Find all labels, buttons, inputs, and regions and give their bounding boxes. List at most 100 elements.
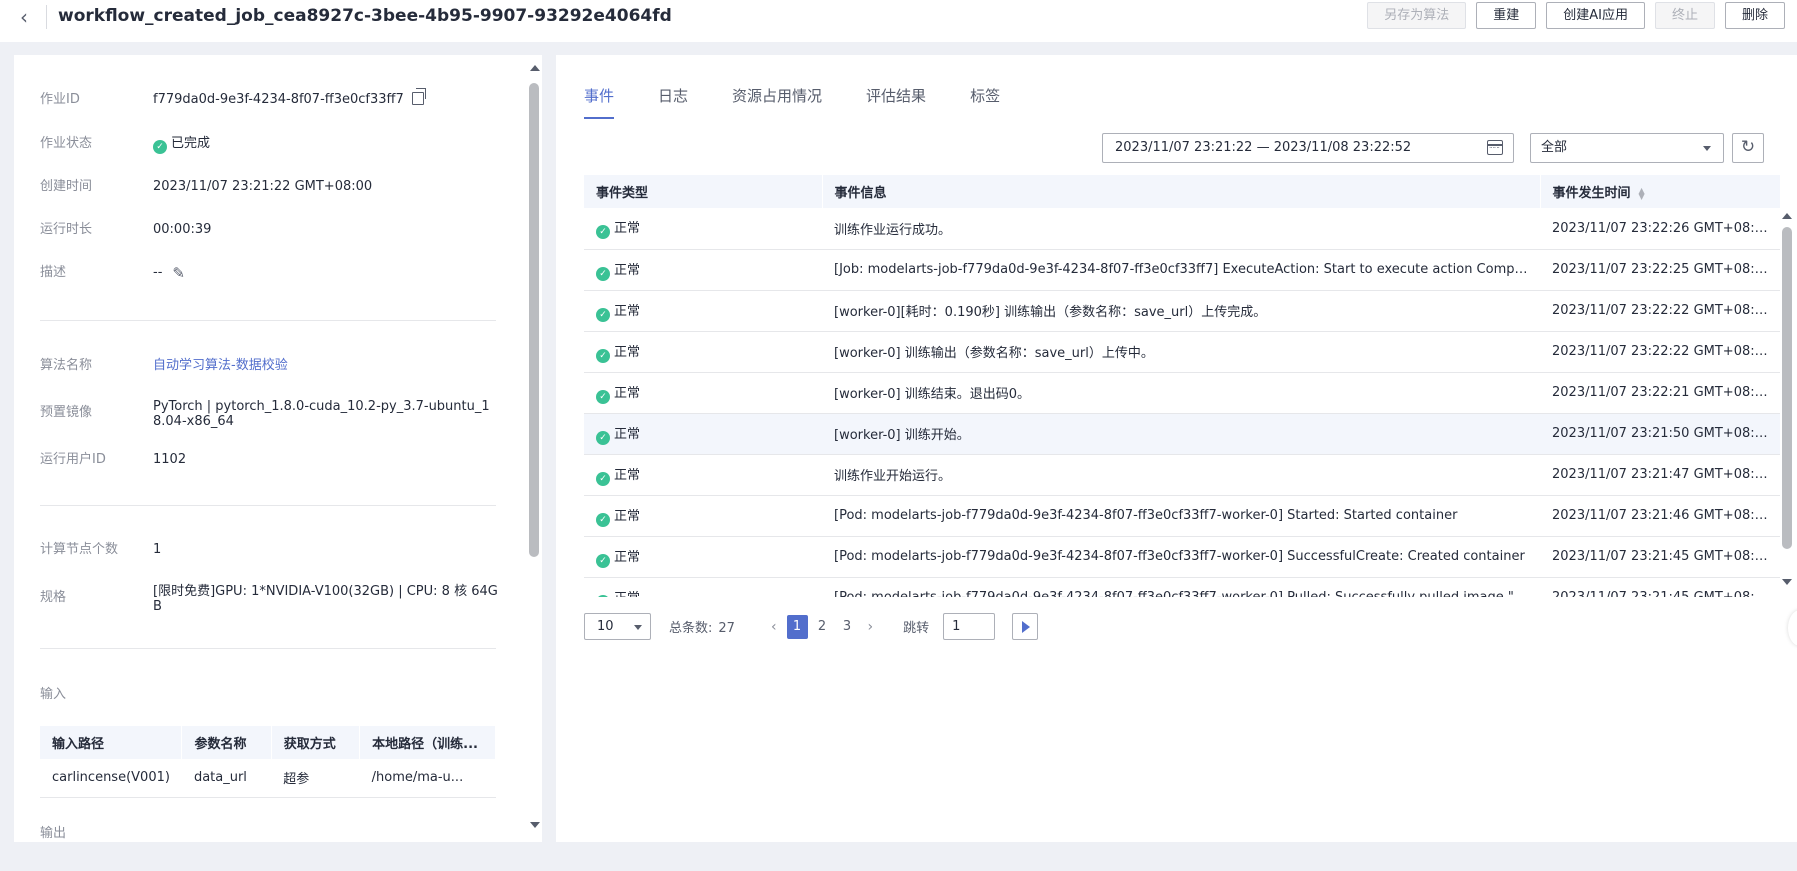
event-type-cell: ✓ 正常: [584, 536, 822, 578]
event-time: 2023/11/07 23:22:22 GMT+08:00: [1540, 290, 1780, 332]
jump-label: 跳转: [903, 621, 930, 636]
event-type: 正常: [614, 549, 641, 565]
check-circle-icon: ✓: [153, 140, 167, 154]
tab-evaluation[interactable]: 评估结果: [866, 85, 926, 119]
header-actions: 另存为算法 重建 创建AI应用 终止 删除: [1367, 2, 1785, 29]
description-value: --: [153, 265, 163, 280]
tab-tags[interactable]: 标签: [970, 85, 1000, 119]
column-header: 获取方式: [271, 726, 361, 759]
delete-button[interactable]: 删除: [1724, 2, 1785, 29]
tab-resource-usage[interactable]: 资源占用情况: [732, 85, 822, 119]
total-value: 27: [718, 621, 735, 636]
table-header-row: 输入路径 参数名称 获取方式 本地路径（训练...: [40, 726, 496, 759]
input-section-label: 输入: [40, 687, 67, 702]
events-panel: 事件 日志 资源占用情况 评估结果 标签 2023/11/07 23:21:22…: [556, 55, 1797, 842]
page-3-button[interactable]: 3: [837, 615, 858, 639]
chevron-right-icon[interactable]: ›: [868, 619, 874, 635]
event-time: 2023/11/07 23:21:47 GMT+08:00: [1540, 454, 1780, 496]
table-row: ✓ 正常 [Pod: modelarts-job-f779da0d-9e3f-423…: [584, 577, 1780, 597]
edit-icon[interactable]: ✎: [172, 266, 185, 281]
rebuild-button[interactable]: 重建: [1476, 2, 1537, 29]
event-time: 2023/11/07 23:21:46 GMT+08:00: [1540, 495, 1780, 537]
event-type: 正常: [614, 591, 640, 598]
duration-label: 运行时长: [40, 222, 93, 237]
tab-logs[interactable]: 日志: [658, 85, 688, 119]
table-row: ✓ 正常 [worker-0] 训练输出（参数名称：save_url）上传中。 202…: [584, 331, 1780, 373]
algorithm-link[interactable]: 自动学习算法-数据校验: [153, 358, 502, 373]
check-circle-icon: ✓: [596, 225, 610, 240]
event-type: 正常: [614, 262, 641, 278]
scrollbar-thumb[interactable]: [529, 83, 539, 557]
user-id-label: 运行用户ID: [40, 452, 106, 467]
date-range-picker[interactable]: 2023/11/07 23:21:22 — 2023/11/08 23:22:5…: [1102, 133, 1514, 163]
table-row: ✓ 正常 训练作业运行成功。 2023/11/07 23:22:26 GMT+08:0…: [584, 208, 1780, 250]
left-scrollbar[interactable]: [526, 55, 542, 842]
jump-page-input[interactable]: 1: [943, 613, 996, 640]
spec-label: 规格: [40, 590, 67, 605]
algorithm-label: 算法名称: [40, 358, 93, 373]
created-row: 创建时间 2023/11/07 23:21:22 GMT+08:00: [40, 179, 502, 195]
page-size-select[interactable]: 10: [584, 613, 651, 640]
date-range-value: 2023/11/07 23:21:22 — 2023/11/08 23:22:5…: [1115, 140, 1412, 155]
event-type: 正常: [614, 221, 641, 237]
divider: [46, 5, 47, 29]
check-circle-icon: ✓: [596, 389, 610, 404]
check-circle-icon: ✓: [596, 471, 610, 486]
sort-icon[interactable]: ▲ ▼: [1639, 186, 1645, 200]
events-table: 事件类型 事件信息 事件发生时间 ▲ ▼ ✓ 正常 训练作业运行成功。 2023/11/0…: [584, 175, 1780, 597]
description-row: 描述 -- ✎: [40, 265, 502, 281]
scrollbar-thumb[interactable]: [1782, 227, 1792, 549]
event-type-cell: ✓ 正常: [584, 290, 822, 332]
event-info: [Pod: modelarts-job-f779da0d-9e3f-4234-8…: [822, 536, 1540, 578]
pagination: 10 总条数: 27 ‹ 1 2 3 › 跳转 1: [584, 613, 1039, 640]
event-type-cell: ✓ 正常: [584, 495, 822, 537]
node-count-label: 计算节点个数: [40, 542, 119, 557]
duration-value: 00:00:39: [153, 222, 212, 237]
column-header-time[interactable]: 事件发生时间 ▲ ▼: [1540, 175, 1780, 208]
page-1-button[interactable]: 1: [786, 614, 808, 639]
scroll-up-icon[interactable]: [1782, 213, 1792, 219]
column-header: 本地路径（训练...: [359, 726, 496, 759]
event-type: 正常: [614, 303, 641, 319]
check-circle-icon: ✓: [596, 553, 610, 568]
event-type: 正常: [614, 426, 641, 442]
input-path-link[interactable]: carlincense(V001): [40, 759, 182, 798]
column-header-time-label: 事件发生时间: [1552, 186, 1631, 201]
created-label: 创建时间: [40, 179, 93, 194]
tab-events[interactable]: 事件: [584, 85, 615, 119]
create-ai-app-button[interactable]: 创建AI应用: [1546, 2, 1645, 29]
save-as-algorithm-button[interactable]: 另存为算法: [1367, 2, 1467, 29]
jump-go-button[interactable]: [1012, 613, 1039, 640]
table-header-row: 事件类型 事件信息 事件发生时间 ▲ ▼: [584, 175, 1780, 208]
table-row: ✓ 正常 [Pod: modelarts-job-f779da0d-9e3f-423…: [584, 536, 1780, 578]
check-circle-icon: ✓: [596, 307, 610, 322]
event-time: 2023/11/07 23:21:45 GMT+08:00: [1540, 536, 1780, 578]
calendar-icon[interactable]: [1487, 140, 1503, 155]
scroll-down-icon[interactable]: [530, 822, 540, 828]
table-row: ✓ 正常 训练作业开始运行。 2023/11/07 23:21:47 GMT+08:0…: [584, 454, 1780, 496]
event-info: 训练作业开始运行。: [822, 454, 1540, 496]
node-count-row: 计算节点个数 1: [40, 542, 502, 558]
chevron-left-icon[interactable]: ‹: [20, 6, 40, 28]
refresh-button[interactable]: ↻: [1732, 133, 1764, 163]
event-type-select[interactable]: 全部: [1530, 133, 1724, 163]
event-type-value: 全部: [1541, 140, 1568, 155]
chevron-left-icon[interactable]: ‹: [771, 619, 777, 635]
page-size-value: 10: [597, 619, 614, 634]
scroll-up-icon[interactable]: [530, 65, 540, 71]
image-row: 预置镜像 PyTorch | pytorch_1.8.0-cuda_10.2-p…: [40, 399, 502, 429]
scroll-down-icon[interactable]: [1782, 579, 1792, 585]
column-header-type: 事件类型: [584, 175, 823, 208]
created-value: 2023/11/07 23:21:22 GMT+08:00: [153, 179, 373, 194]
duration-row: 运行时长 00:00:39: [40, 222, 502, 238]
user-id-row: 运行用户ID 1102: [40, 452, 502, 468]
page-2-button[interactable]: 2: [812, 615, 833, 639]
status-value-wrap: ✓ 已完成: [153, 136, 502, 154]
stop-button[interactable]: 终止: [1654, 2, 1715, 29]
event-time: 2023/11/07 23:22:26 GMT+08:00: [1540, 208, 1780, 250]
copy-icon[interactable]: [411, 88, 426, 105]
events-scrollbar[interactable]: [1780, 207, 1794, 597]
column-header-info: 事件信息: [822, 175, 1541, 208]
chevron-down-icon: [634, 625, 642, 630]
tab-bar: 事件 日志 资源占用情况 评估结果 标签: [584, 85, 1044, 119]
